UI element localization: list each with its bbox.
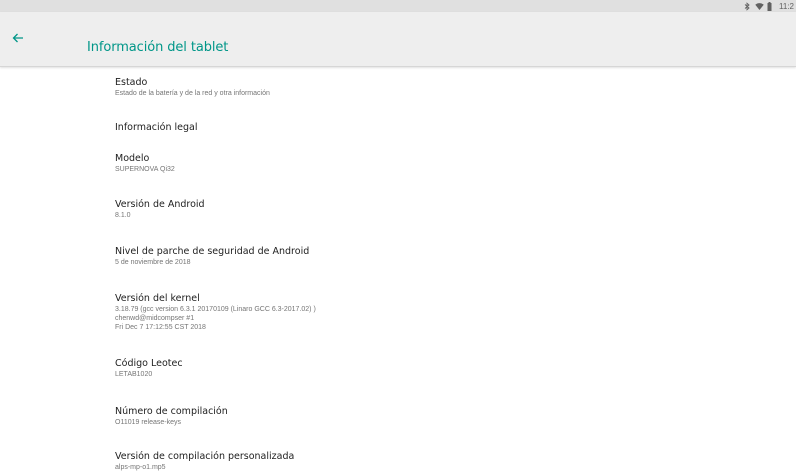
app-toolbar: Información del tablet	[0, 12, 796, 67]
settings-item-title: Modelo	[115, 153, 150, 164]
settings-item-title: Código Leotec	[115, 358, 183, 369]
settings-item-title: Versión de Android	[115, 199, 205, 210]
settings-item[interactable]: Información legal	[0, 121, 796, 134]
settings-item-title: Versión del kernel	[115, 293, 200, 304]
arrow-back-icon	[12, 31, 24, 49]
settings-item-summary: chenwd@midcompser #1	[115, 315, 195, 322]
settings-item-summary: 3.18.79 (gcc version 6.3.1 20170109 (Lin…	[115, 306, 316, 313]
status-icons: 11:2	[743, 0, 796, 12]
status-bar: 11:2	[0, 0, 796, 12]
settings-item-title: Número de compilación	[115, 406, 228, 417]
settings-item-summary: LETAB1020	[115, 371, 153, 378]
settings-item[interactable]: Estado Estado de la batería y de la red y…	[0, 76, 796, 98]
settings-item[interactable]: Versión del kernel 3.18.79 (gcc version 6…	[0, 292, 796, 332]
settings-item-title: Información legal	[115, 122, 198, 133]
settings-item-summary: O11019 release-keys	[115, 419, 182, 426]
page-title: Información del tablet	[87, 40, 229, 55]
settings-item[interactable]: Código Leotec LETAB1020	[0, 357, 796, 379]
wifi-icon	[755, 2, 764, 11]
settings-item-summary: 5 de noviembre de 2018	[115, 259, 191, 266]
settings-item-title: Estado	[115, 77, 148, 88]
settings-item-summary: Fri Dec 7 17:12:55 CST 2018	[115, 324, 206, 331]
settings-item[interactable]: Versión de compilación personalizada alps…	[0, 450, 796, 472]
clock: 11:2	[779, 1, 794, 11]
settings-item-summary: Estado de la batería y de la red y otra …	[115, 90, 270, 97]
settings-item[interactable]: Nivel de parche de seguridad de Android 5…	[0, 245, 796, 267]
settings-item-summary: SUPERNOVA Qi32	[115, 166, 175, 173]
settings-item[interactable]: Número de compilación O11019 release-keys	[0, 405, 796, 427]
settings-item-summary: alps-mp-o1.mp5	[115, 464, 166, 471]
settings-item-title: Nivel de parche de seguridad de Android	[115, 246, 310, 257]
battery-icon	[767, 1, 775, 11]
settings-item-summary: 8.1.0	[115, 212, 131, 219]
settings-item-title: Versión de compilación personalizada	[115, 451, 295, 462]
bluetooth-icon	[743, 1, 751, 11]
back-button[interactable]	[10, 32, 26, 48]
settings-item[interactable]: Versión de Android 8.1.0	[0, 198, 796, 220]
settings-item[interactable]: Modelo SUPERNOVA Qi32	[0, 152, 796, 174]
